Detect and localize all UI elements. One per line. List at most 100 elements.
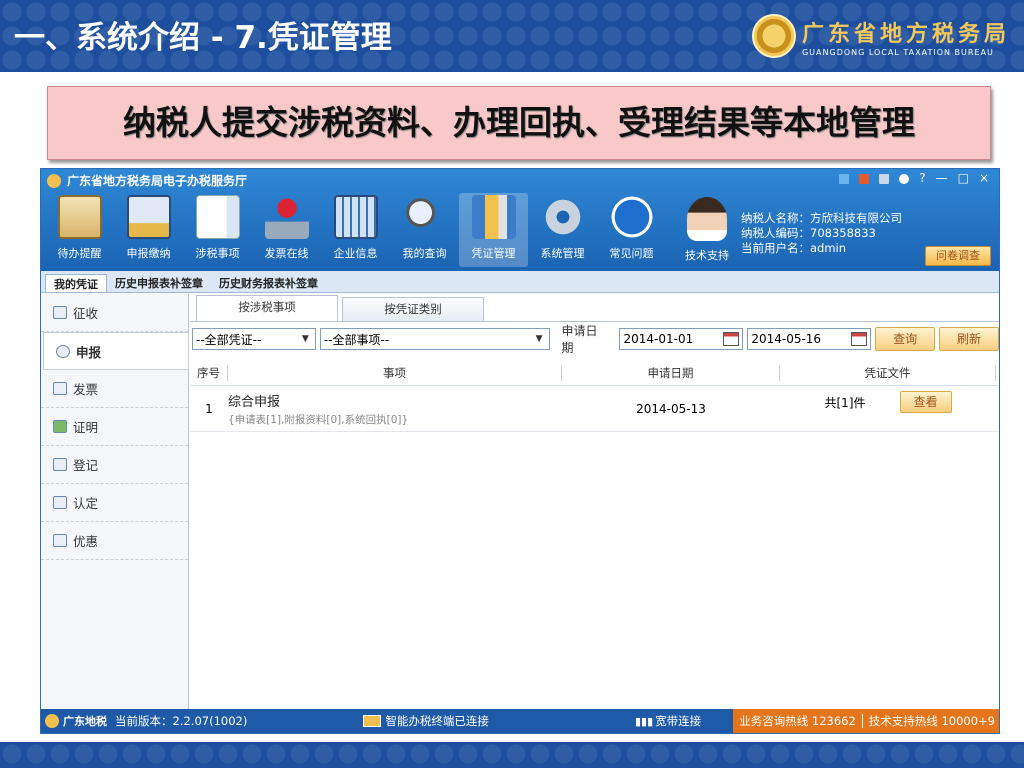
subtab-by-tax-matter[interactable]: 按涉税事项 [196, 295, 338, 321]
chevron-down-icon: ▼ [301, 334, 309, 344]
support-agent-icon [687, 197, 727, 241]
declaration-icon [56, 344, 70, 358]
slide-footer-band [0, 742, 1024, 768]
calendar-icon[interactable] [723, 332, 740, 346]
filter-bar: --全部凭证-- ▼ --全部事项-- ▼ 申请日期 2014-01-01 2014… [190, 322, 999, 356]
gear-icon [540, 195, 585, 239]
copy-icon [53, 496, 67, 509]
app-logo-icon [47, 173, 61, 188]
col-date: 申请日期 [562, 364, 780, 381]
voucher-type-select[interactable]: --全部凭证-- ▼ [192, 328, 316, 350]
minimize-icon[interactable]: — [936, 171, 948, 185]
brand-logo-icon [45, 714, 59, 728]
table-row[interactable]: 1 综合申报 {申请表[1],附报资料[0],系统回执[0]} 2014-05-… [190, 386, 999, 432]
col-item: 事项 [228, 364, 562, 381]
sidebar-item-preferential[interactable]: 优惠 [41, 522, 188, 560]
edit-icon [53, 458, 67, 471]
stamp-icon [264, 195, 309, 239]
app-header: 广东省地方税务局电子办税服务厅 ? — □ × 待办提醒 申报缴纳 涉税事项 发… [41, 169, 999, 271]
taxpayer-info: 纳税人名称：方欣科技有限公司 纳税人编码：708358833 当前用户名：adm… [741, 211, 902, 256]
toolbar-invoice-online[interactable]: 发票在线 [252, 193, 321, 267]
view-subtabs: 按涉税事项 按凭证类别 [190, 294, 999, 322]
status-network: 宽带连接 [655, 714, 702, 728]
chevron-down-icon: ▼ [535, 334, 543, 344]
invoice-icon [53, 382, 67, 395]
bureau-seal-icon [751, 14, 796, 58]
maximize-icon[interactable]: □ [958, 171, 969, 185]
status-brand: 广东地税 [63, 715, 107, 728]
signal-icon: ▮▮▮ [635, 714, 654, 728]
tab-history-financial-sign[interactable]: 历史财务报表补签章 [211, 274, 326, 292]
sidebar-item-declaration[interactable]: 申报 [43, 332, 189, 370]
toolbar-declare-pay[interactable]: 申报缴纳 [114, 193, 183, 267]
row-index: 1 [205, 401, 213, 416]
date-to-field[interactable]: 2014-05-16 [747, 328, 872, 350]
magnifier-icon [402, 195, 447, 239]
monitor-coin-icon [126, 195, 171, 239]
question-icon [609, 195, 654, 239]
window-controls: ? — □ × [839, 171, 989, 185]
business-hotline: 业务咨询热线 123662 [739, 714, 856, 728]
app-title: 广东省地方税务局电子办税服务厅 [67, 174, 248, 188]
sidebar-item-recognition[interactable]: 认定 [41, 484, 188, 522]
col-index: 序号 [190, 364, 228, 381]
toolbar-todo[interactable]: 待办提醒 [45, 193, 114, 267]
toolbar-voucher-management[interactable]: 凭证管理 [459, 193, 528, 267]
skin-icon[interactable] [839, 174, 850, 184]
sidebar-item-certificate[interactable]: 证明 [41, 408, 188, 446]
building-icon [333, 195, 378, 239]
binders-icon [471, 195, 516, 239]
status-bar: 广东地税 当前版本：2.2.07(1002) 智能办税终端已连接 ▮▮▮ 宽带连… [41, 709, 999, 733]
refresh-button[interactable]: 刷新 [939, 327, 999, 351]
row-files: 共[1]件 [824, 396, 866, 410]
tech-hotline: 技术支持热线 10000+9 [868, 714, 995, 728]
close-icon[interactable]: × [979, 171, 989, 185]
org-name-cn: 广东省地方税务局 [801, 21, 1010, 47]
tab-history-declaration-sign[interactable]: 历史申报表补签章 [107, 274, 211, 292]
row-date: 2014-05-13 [636, 401, 706, 416]
sidebar-item-registration[interactable]: 登记 [41, 446, 188, 484]
app-title-bar: 广东省地方税务局电子办税服务厅 [47, 172, 247, 189]
main-toolbar: 待办提醒 申报缴纳 涉税事项 发票在线 企业信息 我的查询 凭证管理 系统管理 … [45, 193, 666, 267]
taxpayer-name: 纳税人名称：方欣科技有限公司 [741, 211, 902, 225]
theme-icon[interactable] [859, 174, 870, 184]
document-arrow-icon [195, 195, 240, 239]
date-label: 申请日期 [561, 324, 598, 355]
table-header: 序号 事项 申请日期 凭证文件 [190, 360, 999, 386]
settings-icon[interactable] [899, 174, 910, 184]
org-name-en: GUANGDONG LOCAL TAXATION BUREAU [801, 47, 994, 57]
toolbar-my-query[interactable]: 我的查询 [390, 193, 459, 267]
row-title: 综合申报 [228, 394, 281, 410]
tab-my-vouchers[interactable]: 我的凭证 [45, 274, 107, 292]
subtab-by-voucher-type[interactable]: 按凭证类别 [342, 297, 484, 321]
callout-banner: 纳税人提交涉税资料、办理回执、受理结果等本地管理 [47, 86, 991, 160]
collection-icon [53, 306, 67, 319]
help-icon[interactable]: ? [919, 171, 925, 185]
monitor-icon [53, 534, 67, 547]
query-button[interactable]: 查询 [875, 327, 936, 351]
slide-header-band: 一、系统介绍 - 7.凭证管理 广东省地方税务局 GUANGDONG LOCAL… [0, 0, 1024, 72]
main-panel: 按涉税事项 按凭证类别 --全部凭证-- ▼ --全部事项-- ▼ 申请日期 201… [190, 294, 999, 711]
toolbar-tech-support[interactable]: 技术支持 [677, 197, 737, 267]
taxpayer-code: 纳税人编码：708358833 [741, 226, 876, 240]
item-select[interactable]: --全部事项-- ▼ [319, 328, 550, 350]
terminal-icon [363, 715, 382, 727]
toolbar-tax-matters[interactable]: 涉税事项 [183, 193, 252, 267]
sidebar-item-collection[interactable]: 征收 [41, 294, 188, 332]
toolbar-faq[interactable]: 常见问题 [597, 193, 666, 267]
toolbar-company-info[interactable]: 企业信息 [321, 193, 390, 267]
hotline-panel: 业务咨询热线 123662 技术支持热线 10000+9 [733, 709, 999, 733]
sidebar-item-invoice[interactable]: 发票 [41, 370, 188, 408]
status-version: 当前版本：2.2.07(1002) [115, 714, 248, 728]
date-from-field[interactable]: 2014-01-01 [619, 328, 744, 350]
col-files: 凭证文件 [780, 364, 996, 381]
org-logo: 广东省地方税务局 GUANGDONG LOCAL TAXATION BUREAU [751, 14, 1010, 58]
row-detail: {申请表[1],附报资料[0],系统回执[0]} [228, 413, 409, 426]
voucher-tabs: 我的凭证 历史申报表补签章 历史财务报表补签章 [41, 271, 999, 293]
view-button[interactable]: 查看 [899, 391, 952, 413]
calendar-icon[interactable] [851, 332, 868, 346]
clipboard-icon [57, 195, 102, 239]
toolbar-system-management[interactable]: 系统管理 [528, 193, 597, 267]
survey-button[interactable]: 问卷调查 [925, 246, 991, 266]
message-icon[interactable] [879, 174, 890, 184]
